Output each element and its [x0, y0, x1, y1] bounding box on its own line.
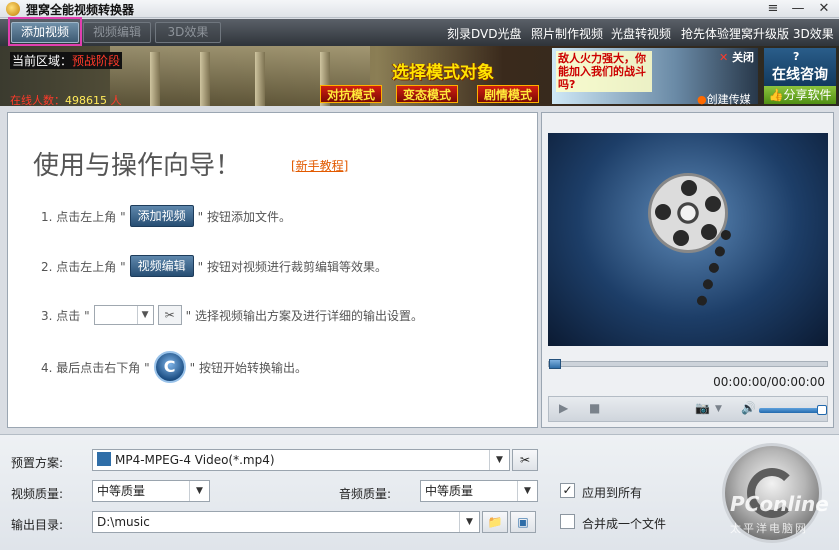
play-icon[interactable]: ▶ — [559, 401, 568, 415]
preview-panel: 00:00:00/00:00:00 ▶ ■ 📷 ▼ 🔊 — [541, 112, 834, 428]
preset-settings-button[interactable]: ✂ — [512, 449, 538, 471]
edit-video-button[interactable]: 视频编辑 — [83, 22, 151, 43]
video-preview — [548, 133, 828, 346]
convert-icon: C — [153, 351, 186, 383]
mode-button-versus[interactable]: 对抗模式 — [320, 85, 383, 103]
film-reel-icon — [648, 173, 728, 253]
stop-icon[interactable]: ■ — [589, 401, 600, 415]
tutorial-link[interactable]: [新手教程] — [291, 157, 348, 174]
guide-panel: 使用与操作向导！ [新手教程] 1. 点击左上角 " 添加视频 " 按钮添加文件… — [7, 112, 538, 428]
mode-button-story[interactable]: 剧情模式 — [477, 85, 540, 103]
volume-knob[interactable] — [817, 405, 827, 415]
burn-dvd-link[interactable]: 刻录DVD光盘 — [447, 25, 521, 42]
banner-region: 当前区域：预战阶段 — [10, 52, 123, 69]
audio-quality-select[interactable]: 中等质量 ▼ — [420, 480, 538, 502]
banner-online-count: 在线人数：498615 人 — [10, 94, 122, 106]
apply-all-label: 应用到所有 — [582, 486, 643, 500]
banner-ad-close[interactable]: ✕ 关闭 — [719, 49, 754, 65]
tools-icon: ✂ — [519, 453, 531, 467]
disc-to-video-link[interactable]: 光盘转视频 — [611, 25, 671, 42]
guide-step-2: 2. 点击左上角 " 视频编辑 " 按钮对视频进行裁剪编辑等效果。 — [41, 255, 387, 277]
banner-pillar — [150, 52, 160, 106]
guide-add-video-chip: 添加视频 — [129, 205, 194, 227]
video-quality-label: 视频质量: — [11, 487, 64, 501]
folder-icon: 📁 — [487, 515, 503, 529]
window-title: 狸窝全能视频转换器 — [26, 3, 135, 17]
volume-slider[interactable] — [759, 405, 827, 415]
video-file-icon — [97, 452, 111, 466]
close-icon: ✕ — [719, 51, 729, 64]
guide-step-4: 4. 最后点击右下角 " C " 按钮开始转换输出。 — [41, 351, 307, 383]
banner-pillar — [255, 52, 265, 106]
app-logo-icon — [6, 2, 20, 16]
chevron-down-icon: ▼ — [136, 306, 153, 324]
browse-folder-button[interactable]: ▣ — [510, 511, 536, 533]
camera-icon[interactable]: 📷 — [695, 401, 710, 415]
merge-files-label: 合并成一个文件 — [582, 517, 667, 531]
effect-3d-button[interactable]: 3D效果 — [155, 22, 221, 43]
toolbar: 添加视频 视频编辑 3D效果 刻录DVD光盘 照片制作视频 光盘转视频 抢先体验… — [0, 19, 839, 46]
minimize-icon[interactable]: — — [789, 0, 807, 18]
player-controls: ▶ ■ 📷 ▼ 🔊 — [548, 396, 828, 422]
share-software-button[interactable]: 👍分享软件 — [764, 86, 836, 104]
chevron-down-icon: ▼ — [459, 512, 479, 532]
guide-step-1: 1. 点击左上角 " 添加视频 " 按钮添加文件。 — [41, 205, 291, 227]
banner-ad-text: 敌人火力强大，你能加入我们的战斗吗? — [556, 51, 652, 92]
chevron-down-icon[interactable]: ▼ — [715, 404, 722, 414]
ad-banner[interactable]: 当前区域：预战阶段 在线人数：498615 人 选择模式对象 对抗模式 变态模式… — [0, 46, 839, 106]
guide-heading: 使用与操作向导！ — [33, 151, 242, 181]
menu-icon[interactable]: ≡ — [764, 0, 782, 18]
preset-select[interactable]: MP4-MPEG-4 Video(*.mp4) ▼ — [92, 449, 510, 471]
audio-quality-label: 音频质量: — [339, 487, 392, 501]
chevron-down-icon: ▼ — [517, 481, 537, 501]
open-folder-button[interactable]: 📁 — [482, 511, 508, 533]
chevron-down-icon: ▼ — [189, 481, 209, 501]
title-bar: 狸窝全能视频转换器 ≡ — ✕ — [0, 0, 839, 18]
circle-icon: ● — [697, 93, 707, 106]
guide-format-select: ▼ — [93, 305, 154, 325]
preset-label: 预置方案: — [11, 456, 64, 470]
watermark-logo: PConline — [730, 492, 829, 516]
watermark-subtitle: 太平洋电脑网 — [730, 522, 808, 535]
apply-all-checkbox[interactable]: ✓ — [560, 483, 575, 498]
output-directory-input[interactable]: D:\music ▼ — [92, 511, 480, 533]
tools-icon: ✂ — [157, 305, 182, 325]
close-icon[interactable]: ✕ — [815, 0, 833, 18]
mode-button-mutant[interactable]: 变态模式 — [396, 85, 459, 103]
highlight-box — [8, 17, 82, 46]
chevron-down-icon: ▼ — [489, 450, 509, 470]
guide-edit-video-chip: 视频编辑 — [129, 255, 194, 277]
seek-bar[interactable] — [548, 359, 828, 369]
upgrade-3d-link[interactable]: 抢先体验狸窝升级版 3D效果 — [681, 25, 834, 42]
banner-mode-title: 选择模式对象 — [392, 63, 494, 83]
seek-knob[interactable] — [549, 359, 561, 369]
merge-files-checkbox[interactable] — [560, 514, 575, 529]
video-quality-select[interactable]: 中等质量 ▼ — [92, 480, 210, 502]
guide-step-3: 3. 点击 " ▼ ✂ " 选择视频输出方案及进行详细的输出设置。 — [41, 305, 423, 325]
banner-pillar — [200, 52, 210, 106]
online-consult-button[interactable]: ? 在线咨询 — [764, 48, 836, 86]
timecode: 00:00:00/00:00:00 — [713, 375, 825, 389]
question-icon: ? — [793, 50, 800, 63]
thumbs-up-icon: 👍 — [768, 88, 784, 102]
volume-icon[interactable]: 🔊 — [741, 401, 756, 415]
output-label: 输出目录: — [11, 518, 64, 532]
window-icon: ▣ — [517, 515, 529, 529]
photo-video-link[interactable]: 照片制作视频 — [531, 25, 603, 42]
banner-ad-create[interactable]: ●创建传媒 — [697, 91, 751, 106]
